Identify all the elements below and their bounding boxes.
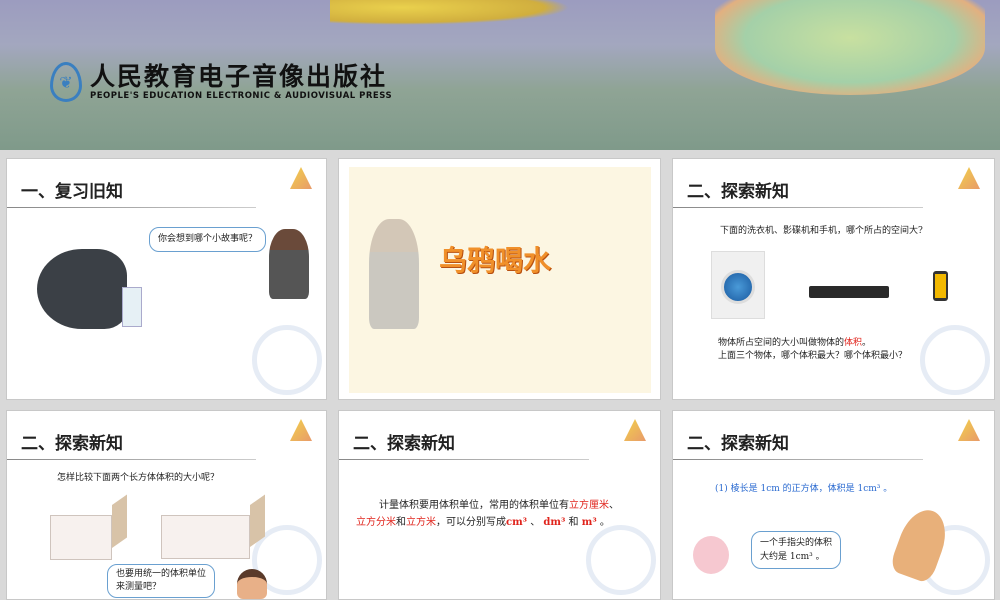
slide-title: 二、探索新知 xyxy=(353,434,455,454)
title-divider xyxy=(7,459,256,460)
flag-icon xyxy=(290,419,312,441)
definition-text: 物体所占空间的大小叫做物体的体积。 xyxy=(718,338,872,348)
flag-icon xyxy=(958,167,980,189)
slide-title: 二、探索新知 xyxy=(21,434,123,454)
coral-decoration xyxy=(715,0,985,95)
flag-icon xyxy=(958,419,980,441)
teacher-illustration xyxy=(369,219,419,329)
watermark-icon xyxy=(252,325,322,395)
publisher-banner: ❦ 人民教育电子音像出版社 PEOPLE'S EDUCATION ELECTRO… xyxy=(0,0,1000,150)
watermark-icon xyxy=(586,525,656,595)
cuboid-b xyxy=(161,515,250,559)
publisher-name-en: PEOPLE'S EDUCATION ELECTRONIC & AUDIOVIS… xyxy=(90,91,393,101)
publisher-name-cn: 人民教育电子音像出版社 xyxy=(90,62,388,91)
slide-title: 乌鸦喝水 xyxy=(439,244,552,277)
question-text: 下面的洗衣机、影碟机和手机，哪个所占的空间大? xyxy=(720,226,923,236)
unit-text-line-1: 计量体积要用体积单位，常用的体积单位有立方厘米、 xyxy=(379,500,619,511)
flag-icon xyxy=(290,167,312,189)
title-divider xyxy=(339,459,590,460)
item-text: (1) 棱长是 1cm 的正方体，体积是 1cm³ 。 xyxy=(715,484,893,494)
glass-illustration xyxy=(122,287,142,327)
cartoon-decoration xyxy=(330,0,570,25)
boy-illustration xyxy=(237,569,267,599)
question-text-2: 上面三个物体，哪个体积最大？哪个体积最小？ xyxy=(718,351,908,361)
slide-thumbnail-3[interactable]: 二、探索新知 下面的洗衣机、影碟机和手机，哪个所占的空间大? 物体所占空间的大小… xyxy=(672,158,995,400)
washing-machine-image xyxy=(711,251,765,319)
fairy-illustration xyxy=(693,536,729,574)
phone-image xyxy=(933,271,948,301)
slide-title: 一、复习旧知 xyxy=(21,182,123,202)
speech-bubble: 一个手指尖的体积 大约是 1cm³ 。 xyxy=(751,531,842,569)
question-text: 怎样比较下面两个长方体体积的大小呢？ xyxy=(57,473,220,483)
speech-bubble: 你会想到哪个小故事呢？ xyxy=(149,227,267,252)
title-divider xyxy=(7,207,256,208)
flag-icon xyxy=(624,419,646,441)
watermark-icon xyxy=(920,325,990,395)
slide-thumbnail-2[interactable]: 乌鸦喝水 xyxy=(338,158,661,400)
unit-text-line-2: 立方分米和立方米，可以分别写成cm³ 、 dm³ 和 m³ 。 xyxy=(356,517,610,528)
slide-thumbnail-5[interactable]: 二、探索新知 计量体积要用体积单位，常用的体积单位有立方厘米、 立方分米和立方米… xyxy=(338,410,661,600)
title-divider xyxy=(673,207,924,208)
publisher-logo: ❦ 人民教育电子音像出版社 PEOPLE'S EDUCATION ELECTRO… xyxy=(50,62,392,102)
slide-thumbnail-6[interactable]: 二、探索新知 (1) 棱长是 1cm 的正方体，体积是 1cm³ 。 一个手指尖… xyxy=(672,410,995,600)
speech-bubble: 也要用统一的体积单位 来测量吧？ xyxy=(107,564,216,598)
teacher-illustration xyxy=(269,229,309,299)
logo-icon: ❦ xyxy=(50,62,82,102)
dvd-player-image xyxy=(809,286,889,298)
title-divider xyxy=(673,459,924,460)
crow-illustration xyxy=(37,249,127,329)
slide-thumbnail-4[interactable]: 二、探索新知 怎样比较下面两个长方体体积的大小呢？ 也要用统一的体积单位 来测量吧… xyxy=(6,410,327,600)
slide-title: 二、探索新知 xyxy=(687,182,789,202)
cuboid-a xyxy=(50,515,112,560)
slide-thumbnail-1[interactable]: 一、复习旧知 你会想到哪个小故事呢？ xyxy=(6,158,327,400)
slide-title: 二、探索新知 xyxy=(687,434,789,454)
